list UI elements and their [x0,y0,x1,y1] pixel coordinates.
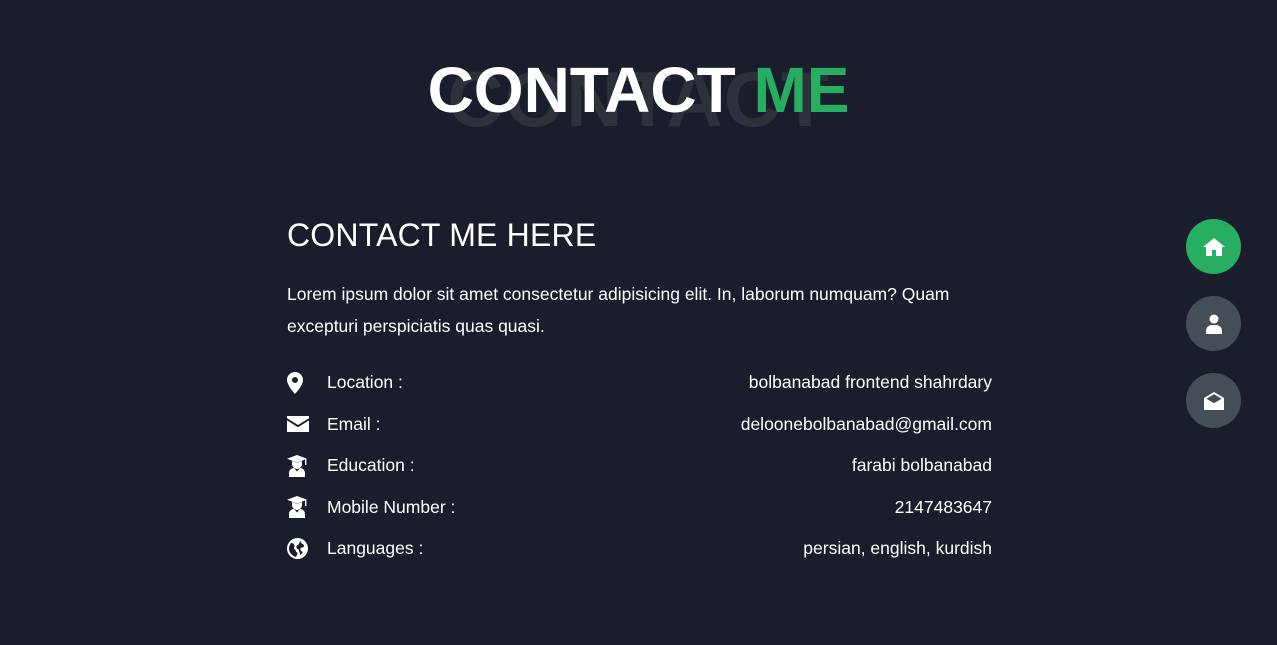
contact-description: Lorem ipsum dolor sit amet consectetur a… [287,284,950,336]
contact-item-value: bolbanabad frontend shahrdary [748,372,992,393]
graduate-icon [287,495,327,519]
contact-item-value: 2147483647 [894,496,992,517]
contact-item-label: Mobile Number : [327,496,456,517]
contact-item-languages: Languages : persian, english, kurdish [287,528,992,570]
globe-icon [287,537,327,561]
contact-item-value: persian, english, kurdish [803,538,992,559]
contact-item-location: Location : bolbanabad frontend shahrdary [287,362,992,404]
graduate-icon [287,454,327,478]
nav-contact-button[interactable] [1186,373,1241,428]
contact-item-value: farabi bolbanabad [851,455,992,476]
page-title-accent: ME [753,54,850,126]
contact-item-label: Location : [327,372,403,393]
contact-item-label: Languages : [327,538,424,559]
nav-about-button[interactable] [1186,296,1241,351]
contact-subtitle: CONTACT ME HERE [287,217,597,253]
contact-item-email: Email : deloonebolbanabad@gmail.com [287,404,992,446]
nav-home-button[interactable] [1186,219,1241,274]
contact-item-value[interactable]: deloonebolbanabad@gmail.com [741,414,992,435]
contact-info-list: Location : bolbanabad frontend shahrdary… [287,362,992,570]
contact-item-label: Education : [327,455,415,476]
page-title-main: CONTACT [427,54,736,126]
section-heading: CONTACT CONTACT ME [0,52,1277,138]
contact-item-education: Education : farabi bolbanabad [287,445,992,487]
envelope-icon [287,412,327,436]
page-title: CONTACT ME [0,58,1277,122]
contact-item-label: Email : [327,413,381,434]
side-nav [1186,219,1241,450]
contact-item-mobile: Mobile Number : 2147483647 [287,487,992,529]
contact-content: CONTACT ME HERE Lorem ipsum dolor sit am… [287,216,992,570]
page: CONTACT CONTACT ME CONTACT ME HERE Lorem… [0,0,1277,645]
home-icon [1202,237,1225,256]
envelope-open-icon [1203,391,1224,410]
user-icon [1205,314,1222,334]
map-marker-icon [287,371,327,395]
